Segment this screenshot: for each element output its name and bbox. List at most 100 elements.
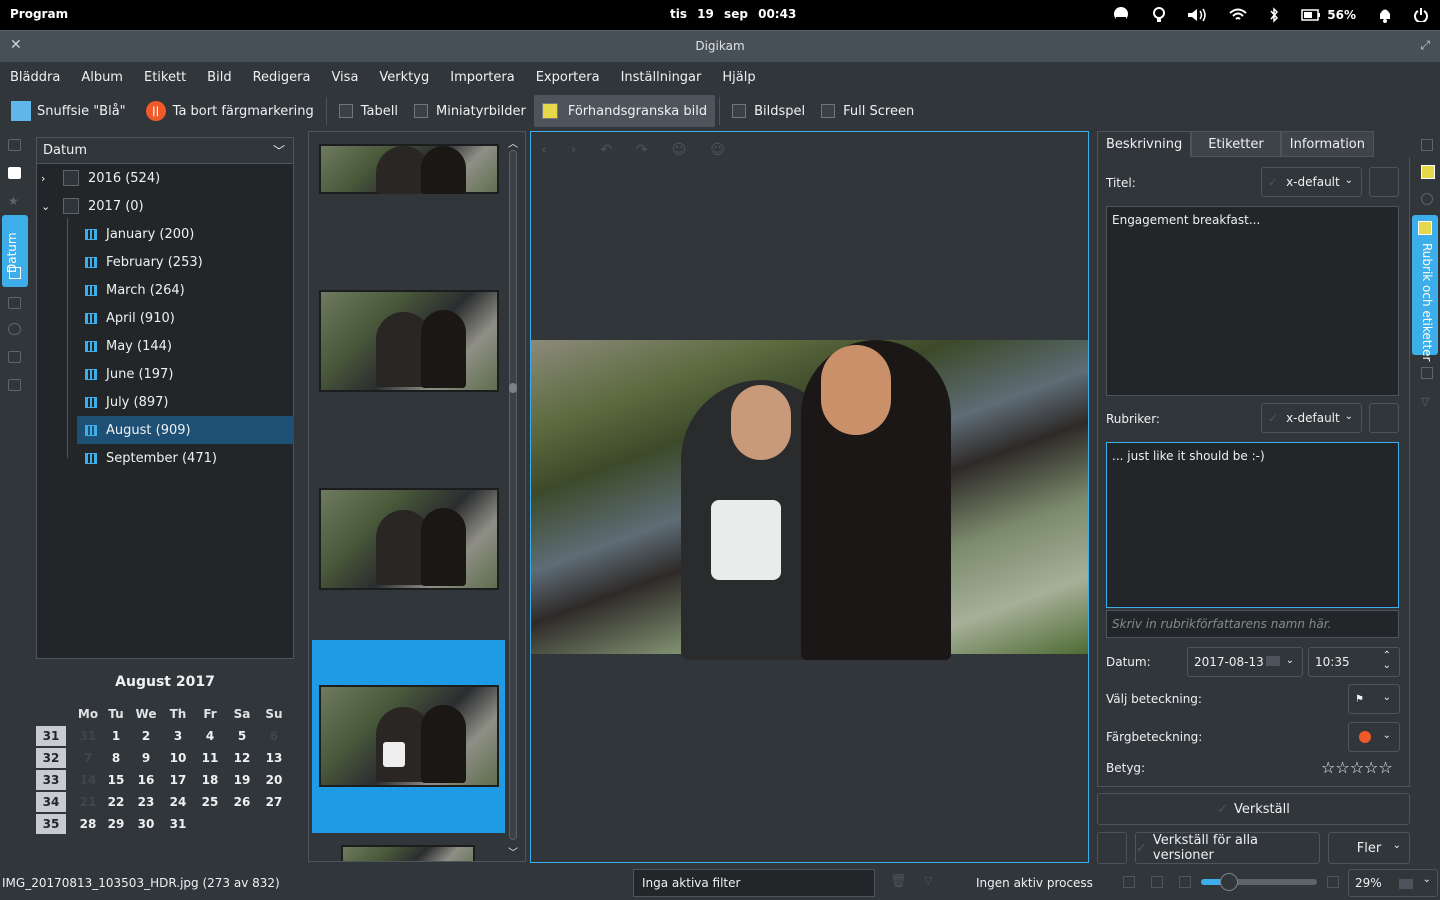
menu-visa[interactable]: Visa: [331, 70, 358, 85]
color-label-button[interactable]: Snuffsie "Blå": [0, 95, 134, 127]
calendar-day[interactable]: 5: [228, 726, 256, 746]
bell-icon[interactable]: [1378, 7, 1392, 23]
next-icon[interactable]: ›: [571, 142, 577, 158]
zoom-100-icon[interactable]: [1151, 876, 1163, 888]
previous-icon[interactable]: ‹: [541, 142, 547, 158]
calendar-day[interactable]: 24: [164, 792, 192, 812]
datum-sidebar-tab[interactable]: Datum: [2, 215, 28, 287]
calendar-day[interactable]: 29: [102, 814, 130, 834]
star-icon[interactable]: ☆: [1364, 758, 1378, 777]
caption-author-input[interactable]: Skriv in rubrikförfattarens namn här.: [1106, 610, 1399, 638]
apply-all-versions-button[interactable]: ✓ Verkställ för alla versioner: [1135, 832, 1320, 864]
calendar-day[interactable]: 2: [132, 726, 160, 746]
calendar-day[interactable]: 3: [164, 726, 192, 746]
menu-verktyg[interactable]: Verktyg: [379, 70, 429, 85]
tab-information[interactable]: Information: [1280, 131, 1375, 157]
caption-language-select[interactable]: ✓ x-default ⌄: [1261, 403, 1362, 433]
calendar-day[interactable]: 13: [260, 748, 288, 768]
calendar-day[interactable]: 7: [74, 748, 102, 768]
tree-month-june[interactable]: June (197): [77, 360, 294, 388]
tree-month-may[interactable]: May (144): [77, 332, 294, 360]
menu-redigera[interactable]: Redigera: [253, 70, 311, 85]
table-view-button[interactable]: Tabell: [331, 95, 406, 127]
tag-folder-icon[interactable]: [8, 167, 21, 179]
scroll-up-icon[interactable]: ︿: [508, 135, 518, 150]
menu-bladdra[interactable]: Bläddra: [10, 70, 60, 85]
title-clear-button[interactable]: [1369, 167, 1399, 197]
time-picker[interactable]: 10:35 ⌃ ⌄: [1308, 647, 1400, 677]
caption-textarea[interactable]: ... just like it should be :-): [1106, 442, 1399, 608]
thumbnail-item[interactable]: [319, 488, 499, 590]
caption-clear-button[interactable]: [1369, 403, 1399, 433]
star-icon[interactable]: ☆: [1335, 758, 1349, 777]
properties-icon[interactable]: [1421, 139, 1433, 151]
spin-arrows-icon[interactable]: ⌃ ⌄: [1383, 651, 1391, 671]
calendar-day[interactable]: 15: [102, 770, 130, 790]
filter-funnel-icon[interactable]: ▽: [924, 874, 932, 887]
zoom-select[interactable]: 29% ⌄: [1348, 869, 1438, 897]
face-tag-icon[interactable]: ☺: [710, 142, 725, 158]
metadata-icon[interactable]: [1421, 165, 1435, 179]
wifi-icon[interactable]: [1229, 8, 1247, 22]
zoom-in-icon[interactable]: [1327, 876, 1339, 888]
week-number[interactable]: 33: [36, 770, 66, 790]
calendar-day[interactable]: 10: [164, 748, 192, 768]
tab-beskrivning[interactable]: Beskrivning: [1097, 131, 1192, 157]
title-textarea[interactable]: Engagement breakfast...: [1106, 206, 1399, 396]
more-button[interactable]: Fler ⌄: [1328, 832, 1410, 864]
calendar-day[interactable]: 27: [260, 792, 288, 812]
face-add-icon[interactable]: ☺: [672, 142, 687, 158]
program-menu[interactable]: Program: [10, 7, 68, 21]
calendar-day[interactable]: 8: [102, 748, 130, 768]
thumbnail-item-selected[interactable]: [319, 685, 499, 787]
calendar-day[interactable]: 1: [102, 726, 130, 746]
apply-button[interactable]: ✓ Verkställ: [1097, 793, 1410, 825]
thumbnail-item[interactable]: [319, 290, 499, 392]
tab-etiketter[interactable]: Etiketter: [1191, 131, 1281, 157]
timeline-icon[interactable]: [8, 297, 21, 309]
star-icon[interactable]: ☆: [1378, 758, 1392, 777]
fuzzy-search-icon[interactable]: [8, 351, 21, 363]
calendar-day[interactable]: 6: [260, 726, 288, 746]
calendar-day[interactable]: 16: [132, 770, 160, 790]
caption-tags-sidebar-tab[interactable]: Rubrik och etiketter: [1412, 215, 1438, 361]
tree-month-july[interactable]: July (897): [77, 388, 294, 416]
zoom-out-icon[interactable]: [1179, 876, 1191, 888]
menu-hjalp[interactable]: Hjälp: [722, 70, 755, 85]
tree-month-september[interactable]: September (471): [77, 444, 294, 472]
week-number[interactable]: 34: [36, 792, 66, 812]
menu-bild[interactable]: Bild: [207, 70, 231, 85]
calendar-day[interactable]: 22: [102, 792, 130, 812]
preview-view-button[interactable]: Förhandsgranska bild: [533, 95, 716, 127]
calendar-day[interactable]: 4: [196, 726, 224, 746]
calendar-day[interactable]: 9: [132, 748, 160, 768]
volume-icon[interactable]: [1187, 8, 1207, 22]
calendar-day[interactable]: 21: [74, 792, 102, 812]
rotate-right-icon[interactable]: ↷: [636, 142, 648, 158]
tree-month-january[interactable]: January (200): [77, 220, 294, 248]
color-label-select[interactable]: ⌄: [1348, 722, 1400, 752]
tree-year-2016[interactable]: › 2016 (524): [41, 164, 291, 192]
menu-album[interactable]: Album: [81, 70, 123, 85]
scroll-down-icon[interactable]: ﹀: [508, 844, 518, 859]
title-language-select[interactable]: ✓ x-default ⌄: [1261, 167, 1362, 197]
calendar-day[interactable]: 11: [196, 748, 224, 768]
calendar-day[interactable]: 20: [260, 770, 288, 790]
album-icon[interactable]: [8, 139, 21, 151]
menu-etikett[interactable]: Etikett: [144, 70, 186, 85]
calendar-day[interactable]: 26: [228, 792, 256, 812]
zoom-fit-icon[interactable]: [1123, 876, 1135, 888]
power-icon[interactable]: [1414, 8, 1428, 22]
calendar-day[interactable]: 28: [74, 814, 102, 834]
star-icon[interactable]: ☆: [1350, 758, 1364, 777]
tree-month-april[interactable]: April (910): [77, 304, 294, 332]
calendar-day[interactable]: 19: [228, 770, 256, 790]
date-picker[interactable]: 2017-08-13 ⌄: [1187, 647, 1303, 677]
clear-icon[interactable]: [1399, 879, 1413, 889]
battery-icon[interactable]: 56%: [1301, 8, 1356, 22]
people-icon[interactable]: [8, 379, 21, 391]
week-number[interactable]: 32: [36, 748, 66, 768]
bluetooth-icon[interactable]: [1269, 7, 1279, 23]
scrollbar-handle[interactable]: [509, 383, 517, 393]
rating-stars[interactable]: ☆☆☆☆☆: [1321, 758, 1393, 777]
